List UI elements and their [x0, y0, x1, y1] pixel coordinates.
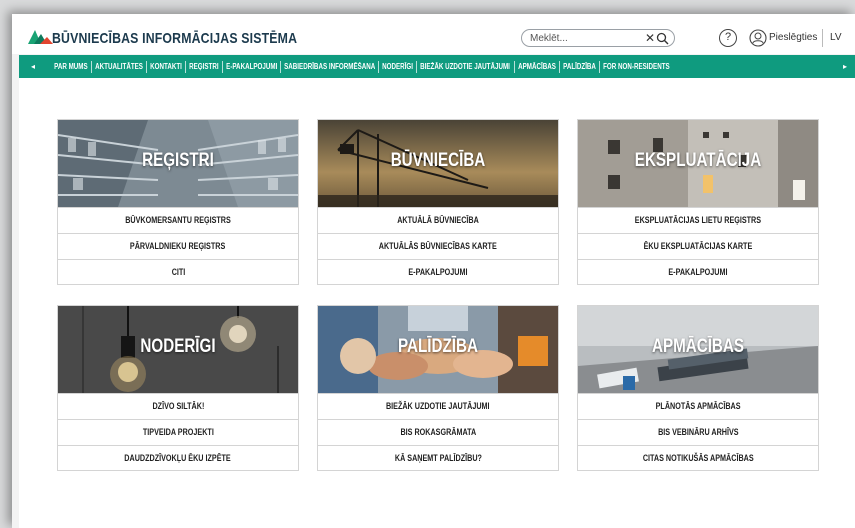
card-image-crane[interactable]: BŪVNIECĪBA: [318, 120, 558, 207]
nav-item[interactable]: APMĀCĪBAS: [515, 62, 556, 71]
language-switch[interactable]: LV: [830, 32, 842, 43]
card-buvnieciba: BŪVNIECĪBA AKTUĀLĀ BŪVNIECĪBA AKTUĀLĀS B…: [317, 119, 559, 285]
card-link[interactable]: E-PAKALPOJUMI: [318, 259, 558, 285]
nav-item[interactable]: NODERĪGI: [379, 62, 413, 71]
card-link[interactable]: DAUDZDZĪVOKĻU ĒKU IZPĒTE: [58, 445, 298, 471]
card-link[interactable]: TIPVEIDA PROJEKTI: [58, 419, 298, 445]
card-link[interactable]: E-PAKALPOJUMI: [578, 259, 818, 285]
card-image-bulbs[interactable]: NODERĪGI: [58, 306, 298, 393]
main-navigation: ◂ PAR MUMS AKTUALITĀTES KONTAKTI REĢISTRI E-…: [19, 55, 855, 78]
browser-window: BŪVNIECĪBAS INFORMĀCIJAS SISTĒMA ✕ ? Pie…: [12, 14, 855, 528]
nav-item[interactable]: BIEŽĀK UZDOTIE JAUTĀJUMI: [417, 62, 511, 71]
card-image-teamwork[interactable]: PALĪDZĪBA: [318, 306, 558, 393]
login-button[interactable]: Pieslēgties: [749, 29, 821, 47]
card-link[interactable]: BIS VEBINĀRU ARHĪVS: [578, 419, 818, 445]
header-divider: [822, 29, 823, 47]
card-apmacibas: APMĀCĪBAS PLĀNOTĀS APMĀCĪBAS BIS VEBINĀR…: [577, 305, 819, 471]
card-title: NODERĪGI: [140, 336, 216, 357]
search-icon[interactable]: [656, 32, 669, 45]
card-link[interactable]: AKTUĀLĀS BŪVNIECĪBAS KARTE: [318, 233, 558, 259]
card-link[interactable]: DZĪVO SILTĀK!: [58, 393, 298, 419]
card-registri: REĢISTRI BŪVKOMERSANTU REĢISTRS PĀRVALDN…: [57, 119, 299, 285]
card-image-books[interactable]: APMĀCĪBAS: [578, 306, 818, 393]
card-title: REĢISTRI: [142, 150, 214, 171]
card-image-archive[interactable]: REĢISTRI: [58, 120, 298, 207]
site-title[interactable]: BŪVNIECĪBAS INFORMĀCIJAS SISTĒMA: [52, 30, 297, 47]
nav-prev-arrow-icon[interactable]: ◂: [23, 55, 43, 78]
nav-next-arrow-icon[interactable]: ▸: [835, 55, 855, 78]
user-icon: [749, 29, 767, 47]
card-link[interactable]: PĀRVALDNIEKU REĢISTRS: [58, 233, 298, 259]
clear-search-icon[interactable]: ✕: [643, 31, 657, 45]
nav-item[interactable]: E-PAKALPOJUMI: [223, 62, 277, 71]
search-input[interactable]: [530, 31, 630, 45]
card-title: BŪVNIECĪBA: [390, 150, 486, 171]
card-link[interactable]: CITI: [58, 259, 298, 285]
card-link[interactable]: BŪVKOMERSANTU REĢISTRS: [58, 207, 298, 233]
card-link[interactable]: CITAS NOTIKUŠĀS APMĀCĪBAS: [578, 445, 818, 471]
card-title: PALĪDZĪBA: [398, 336, 478, 357]
nav-item[interactable]: PALĪDZĪBA: [560, 62, 596, 71]
card-title: EKSPLUATĀCIJA: [634, 150, 762, 171]
card-link[interactable]: PLĀNOTĀS APMĀCĪBAS: [578, 393, 818, 419]
card-image-building[interactable]: EKSPLUATĀCIJA: [578, 120, 818, 207]
card-link[interactable]: BIEŽĀK UZDOTIE JAUTĀJUMI: [318, 393, 558, 419]
card-ekspluatacija: EKSPLUATĀCIJA EKSPLUATĀCIJAS LIETU REĢIS…: [577, 119, 819, 285]
card-link[interactable]: ĒKU EKSPLUATĀCIJAS KARTE: [578, 233, 818, 259]
nav-item[interactable]: FOR NON-RESIDENTS: [600, 62, 670, 71]
card-link[interactable]: AKTUĀLĀ BŪVNIECĪBA: [318, 207, 558, 233]
card-noderigi: NODERĪGI DZĪVO SILTĀK! TIPVEIDA PROJEKTI…: [57, 305, 299, 471]
nav-item[interactable]: REĢISTRI: [186, 62, 218, 71]
card-link[interactable]: KĀ SAŅEMT PALĪDZĪBU?: [318, 445, 558, 471]
search-box: ✕: [521, 29, 675, 47]
nav-item[interactable]: SABIEDRĪBAS INFORMĒŠANA: [281, 62, 375, 71]
help-icon[interactable]: ?: [719, 29, 737, 47]
nav-item[interactable]: AKTUALITĀTES: [92, 62, 143, 71]
nav-item[interactable]: PAR MUMS: [51, 62, 88, 71]
card-title: APMĀCĪBAS: [651, 336, 745, 357]
login-label: Pieslēgties: [769, 32, 818, 43]
card-link[interactable]: BIS ROKASGRĀMATA: [318, 419, 558, 445]
nav-items: PAR MUMS AKTUALITĀTES KONTAKTI REĢISTRI E-PA…: [51, 55, 843, 78]
nav-item[interactable]: KONTAKTI: [147, 62, 182, 71]
main-content: REĢISTRI BŪVKOMERSANTU REĢISTRS PĀRVALDN…: [19, 78, 855, 528]
logo-icon[interactable]: [26, 26, 54, 46]
card-palidziba: PALĪDZĪBA BIEŽĀK UZDOTIE JAUTĀJUMI BIS R…: [317, 305, 559, 471]
site-header: BŪVNIECĪBAS INFORMĀCIJAS SISTĒMA ✕ ? Pie…: [12, 14, 855, 54]
card-link[interactable]: EKSPLUATĀCIJAS LIETU REĢISTRS: [578, 207, 818, 233]
